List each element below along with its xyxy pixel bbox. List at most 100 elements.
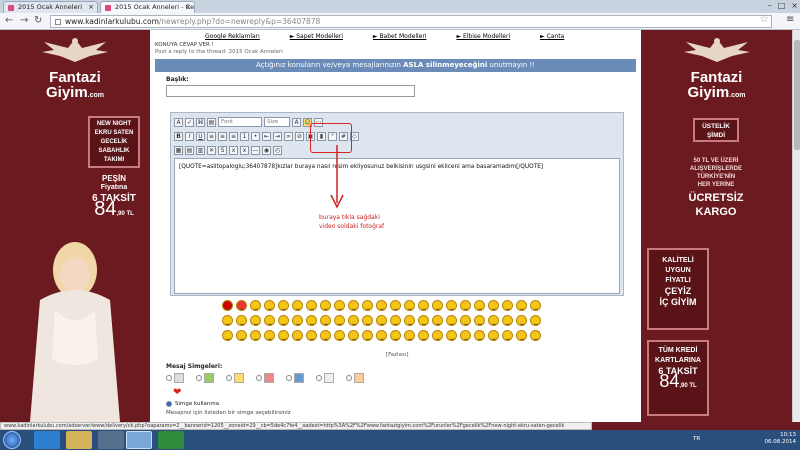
radio[interactable] [166, 375, 172, 381]
flag-smilie-icon[interactable] [222, 300, 233, 311]
smilie-icon[interactable] [306, 330, 317, 341]
explorer-icon[interactable] [66, 431, 92, 449]
smilie-icon[interactable] [278, 300, 289, 311]
smilie-icon[interactable] [376, 300, 387, 311]
smilie-icon[interactable] [404, 315, 415, 326]
smilie-icon[interactable] [264, 315, 275, 326]
smilie-icon[interactable] [418, 330, 429, 341]
flag-smilie-icon[interactable] [236, 300, 247, 311]
smilie-icon[interactable] [390, 300, 401, 311]
smilie-icon[interactable] [432, 330, 443, 341]
minimize-icon[interactable]: – [768, 1, 772, 10]
smilie-icon[interactable] [516, 300, 527, 311]
remove-format-icon[interactable]: A [174, 117, 183, 127]
smilie-icon[interactable] [348, 330, 359, 341]
title-input[interactable] [166, 85, 415, 97]
text-color-icon[interactable]: A [292, 117, 301, 127]
smilie-icon[interactable] [250, 330, 261, 341]
nav-link-google[interactable]: Google Reklamları [205, 33, 260, 40]
align-center-icon[interactable]: ≡ [218, 131, 227, 141]
radio[interactable] [196, 375, 202, 381]
tab-cevap[interactable]: 2015 Ocak Anneleri - Cev × [100, 1, 195, 13]
heart-icon[interactable]: ❤ [173, 387, 181, 398]
tab-2015-ocak-anneleri[interactable]: 2015 Ocak Anneleri × [3, 1, 98, 13]
insert-col-icon[interactable]: ▥ [196, 145, 205, 155]
smilie-icon[interactable] [530, 315, 541, 326]
language-indicator[interactable]: TR [693, 436, 700, 442]
smilie-icon[interactable] [404, 300, 415, 311]
smilie-icon[interactable] [264, 330, 275, 341]
indent-icon[interactable]: ⇥ [273, 131, 282, 141]
smilie-icon[interactable] [320, 300, 331, 311]
smilie-icon[interactable] [502, 330, 513, 341]
smilie-icon[interactable] [362, 315, 373, 326]
smilie-icon[interactable] [250, 300, 261, 311]
source-mode-icon[interactable]: ⌘ [196, 117, 205, 127]
smilie-icon[interactable] [264, 300, 275, 311]
close-window-icon[interactable]: × [791, 1, 798, 10]
smilie-icon[interactable] [460, 330, 471, 341]
strike-icon[interactable]: S [218, 145, 227, 155]
radio[interactable] [346, 375, 352, 381]
smilie-icon[interactable] [348, 300, 359, 311]
smilie-icon[interactable] [334, 330, 345, 341]
smilie-icon[interactable] [390, 330, 401, 341]
insert-row-icon[interactable]: ▤ [185, 145, 194, 155]
page-scrollbar[interactable] [792, 30, 800, 422]
no-icon-option[interactable]: Simge kullanma [166, 401, 219, 407]
reload-icon[interactable]: ↻ [34, 15, 42, 26]
smilie-icon[interactable] [502, 300, 513, 311]
smilie-icon[interactable] [376, 330, 387, 341]
message-icon-option[interactable] [346, 373, 364, 383]
smilie-icon[interactable] [306, 315, 317, 326]
message-icon-option[interactable] [196, 373, 214, 383]
line-icon[interactable]: — [251, 145, 260, 155]
nav-link-elbise[interactable]: ► Elbise Modelleri [456, 33, 510, 40]
smilie-icon[interactable] [418, 300, 429, 311]
numbered-list-icon[interactable]: 1 [240, 131, 249, 141]
smilie-icon[interactable] [390, 315, 401, 326]
spell-check-icon[interactable]: ✓ [185, 117, 194, 127]
message-icon-option[interactable] [226, 373, 244, 383]
radio[interactable] [256, 375, 262, 381]
smilie-icon[interactable] [292, 300, 303, 311]
left-ad-banner[interactable]: Fantazi Giyim.com NEW NIGHT EKRU SATEN G… [0, 30, 150, 422]
font-select[interactable]: Font [218, 117, 262, 127]
smilie-icon[interactable] [362, 300, 373, 311]
bulleted-list-icon[interactable]: • [251, 131, 260, 141]
radio[interactable] [316, 375, 322, 381]
smilie-icon[interactable] [488, 315, 499, 326]
smilie-icon[interactable] [320, 315, 331, 326]
smilie-icon[interactable] [418, 315, 429, 326]
radio[interactable] [286, 375, 292, 381]
more-smilies-link[interactable]: [Fazlası] [386, 352, 409, 358]
underline-icon[interactable]: U [196, 131, 205, 141]
right-ad-banner[interactable]: Fantazi Giyim.com ÜSTELİK ŞİMDİ 50 TL VE… [641, 30, 792, 422]
sub-icon[interactable]: x [229, 145, 238, 155]
smilie-icon[interactable] [474, 330, 485, 341]
system-clock[interactable]: 10:13 06.08.2014 [765, 432, 797, 446]
italic-icon[interactable]: I [185, 131, 194, 141]
smilie-icon[interactable] [488, 300, 499, 311]
smilie-icon[interactable] [530, 300, 541, 311]
smilie-icon[interactable] [488, 330, 499, 341]
nav-link-sapet[interactable]: ► Sapet Modelleri [290, 33, 343, 40]
smilie-icon[interactable] [278, 330, 289, 341]
smilie-icon[interactable] [362, 330, 373, 341]
message-icon-option[interactable] [286, 373, 304, 383]
tab-close-icon[interactable]: × [88, 2, 94, 13]
align-left-icon[interactable]: ≡ [207, 131, 216, 141]
message-textarea[interactable]: [QUOTE=aslitopaloglu;36407878]kızlar bur… [174, 158, 620, 294]
outdent-icon[interactable]: ⇤ [262, 131, 271, 141]
size-select[interactable]: Size [264, 117, 290, 127]
menu-icon[interactable]: ≡ [786, 14, 794, 25]
smilie-icon[interactable] [474, 315, 485, 326]
bold-icon[interactable]: B [174, 131, 183, 141]
smilie-icon[interactable] [334, 300, 345, 311]
maximize-icon[interactable]: □ [778, 1, 786, 10]
smilie-icon[interactable] [334, 315, 345, 326]
smilie-icon[interactable] [250, 315, 261, 326]
smilie-icon[interactable] [446, 330, 457, 341]
align-right-icon[interactable]: ≡ [229, 131, 238, 141]
smilie-icon[interactable] [432, 300, 443, 311]
